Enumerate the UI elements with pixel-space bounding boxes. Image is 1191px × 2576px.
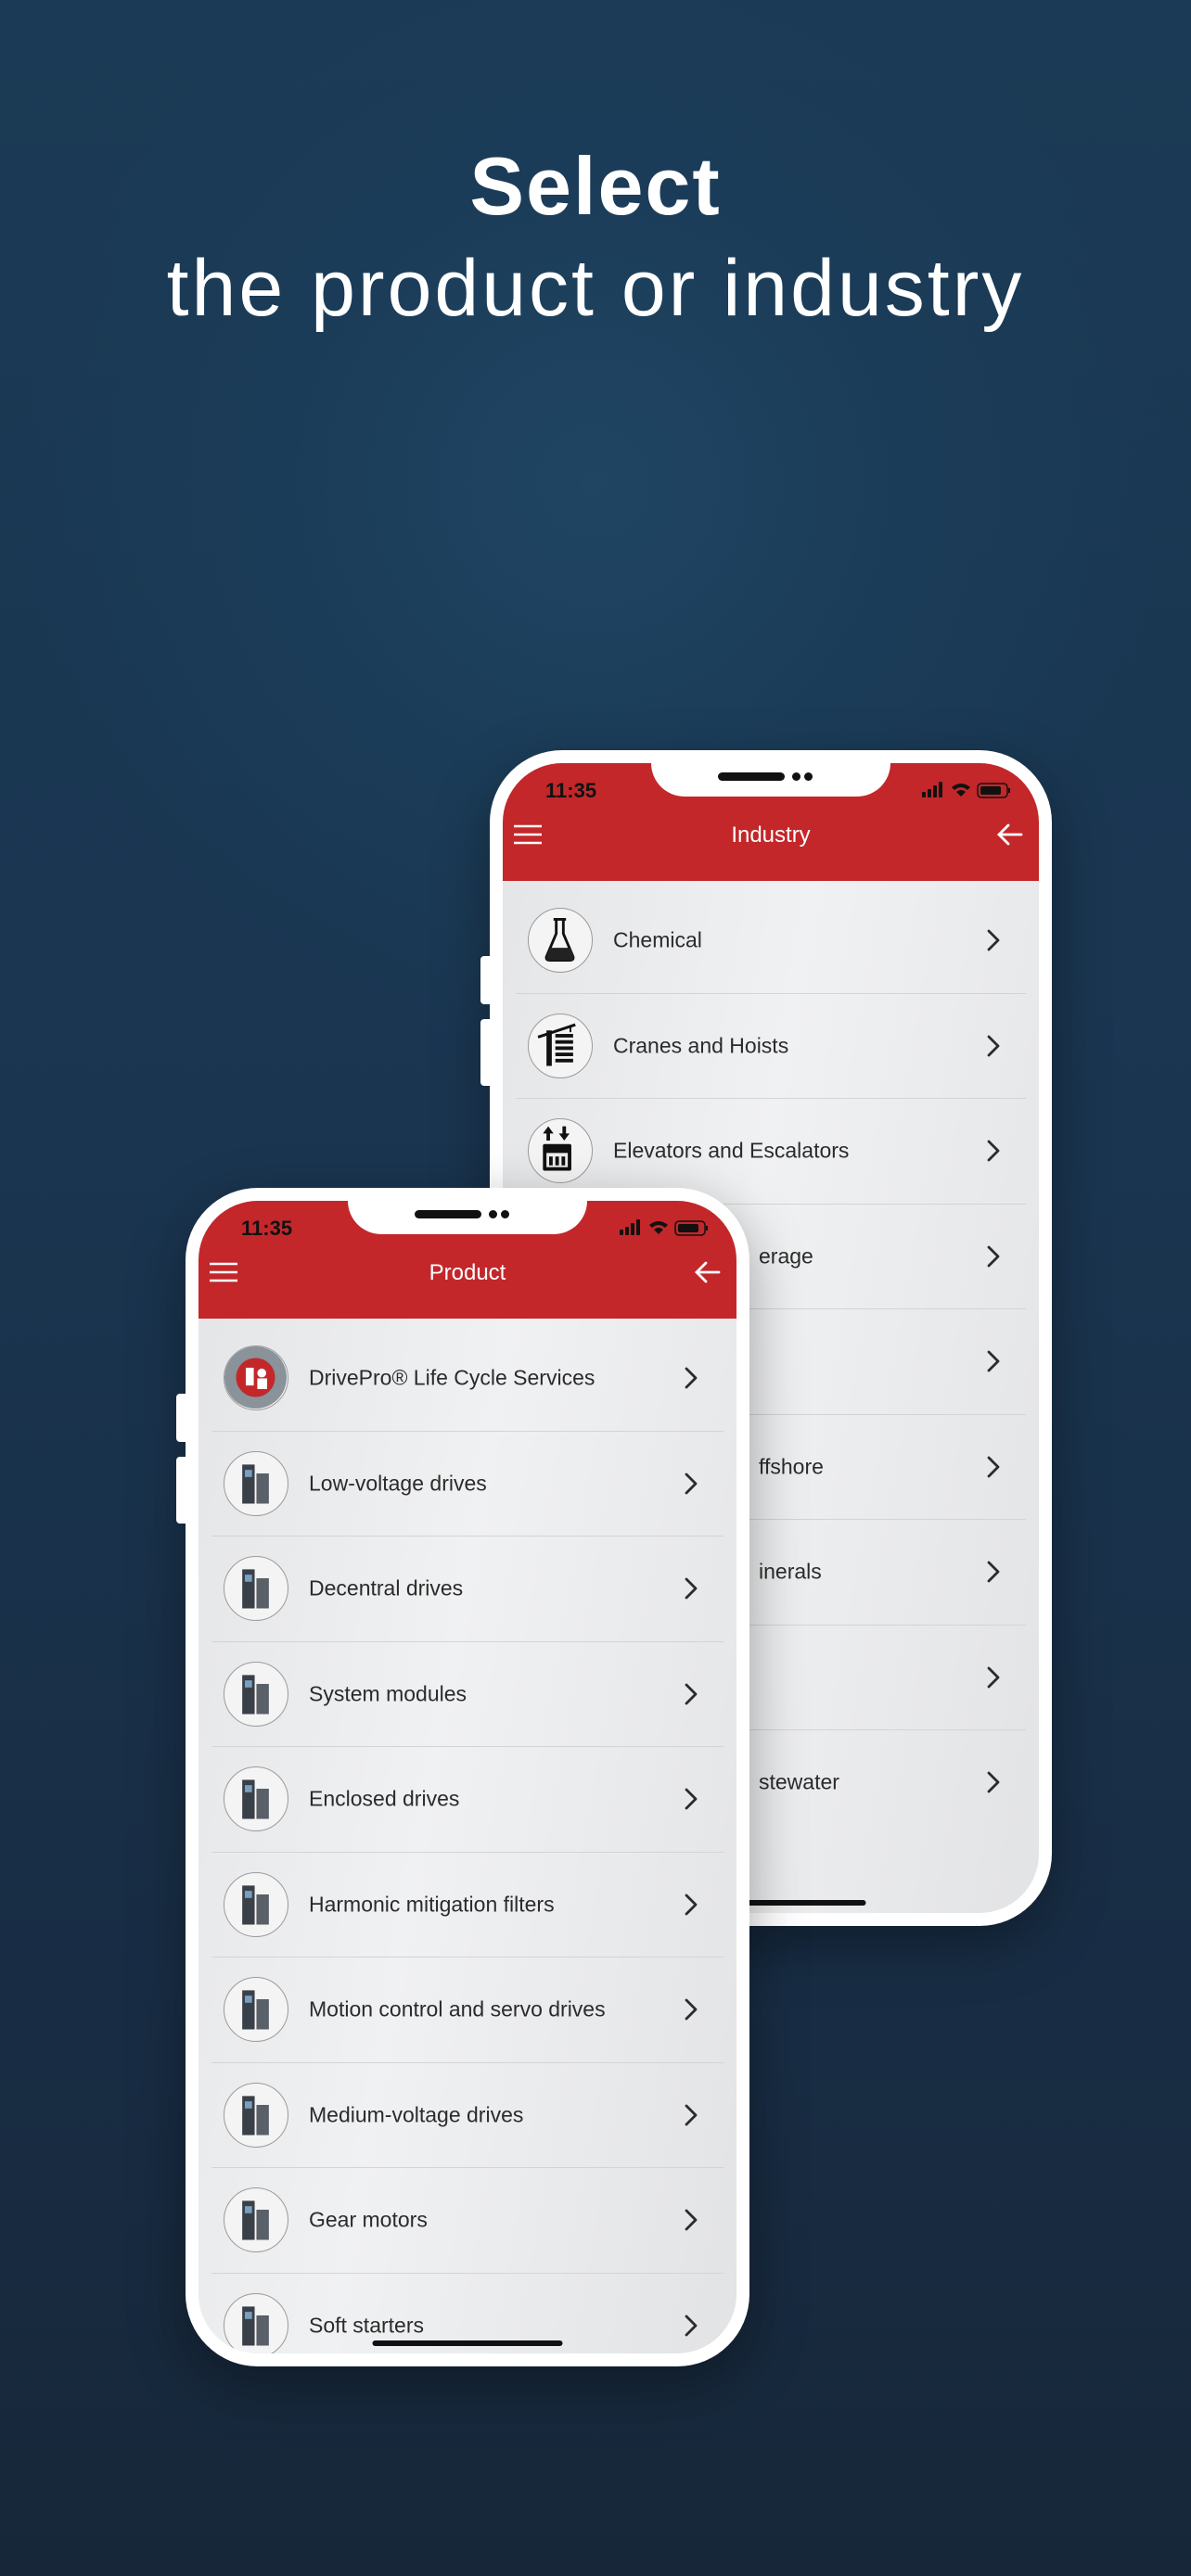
- drivepro-icon: [224, 1345, 288, 1410]
- list-item[interactable]: Decentral drives: [211, 1537, 724, 1642]
- list-item-label: ffshore: [759, 1454, 824, 1478]
- page-title: Industry: [731, 823, 811, 848]
- product-phone: 11:35 Product DrivePro® Life Cycle Servi…: [176, 1188, 749, 2366]
- list-item[interactable]: DrivePro® Life Cycle Services: [211, 1326, 724, 1432]
- chevron-right-icon: [987, 1666, 1000, 1689]
- list-item-label: Cranes and Hoists: [613, 1033, 789, 1057]
- chevron-right-icon: [987, 1561, 1000, 1583]
- list-item-label: Elevators and Escalators: [613, 1138, 850, 1163]
- chevron-right-icon: [685, 1894, 698, 1916]
- home-indicator: [372, 2340, 563, 2346]
- list-item-label: Soft starters: [309, 2313, 424, 2337]
- list-item[interactable]: Motion control and servo drives: [211, 1958, 724, 2063]
- list-item-label: DrivePro® Life Cycle Services: [309, 1365, 596, 1390]
- list-item[interactable]: Harmonic mitigation filters: [211, 1853, 724, 1958]
- list-item[interactable]: System modules: [211, 1642, 724, 1747]
- servo-drive-icon: [224, 1977, 288, 2042]
- chevron-right-icon: [987, 1350, 1000, 1372]
- product-list: DrivePro® Life Cycle Services Low-voltage…: [198, 1326, 736, 2353]
- flask-icon: [528, 908, 593, 973]
- side-button: [176, 1457, 186, 1524]
- system-modules-icon: [224, 1661, 288, 1727]
- list-item[interactable]: Medium-voltage drives: [211, 2063, 724, 2168]
- crane-icon: [528, 1013, 593, 1078]
- list-item-label: Low-voltage drives: [309, 1471, 487, 1495]
- chevron-right-icon: [987, 1035, 1000, 1057]
- gear-motor-icon: [224, 2187, 288, 2252]
- elevator-icon: [528, 1118, 593, 1183]
- side-button: [480, 1019, 490, 1086]
- page-title: Product: [429, 1260, 506, 1285]
- list-item-label: Gear motors: [309, 2207, 428, 2232]
- chevron-right-icon: [685, 2209, 698, 2231]
- chevron-right-icon: [685, 1788, 698, 1810]
- headline-title: Select: [469, 140, 722, 232]
- arrow-left-icon[interactable]: [694, 1260, 722, 1284]
- list-item[interactable]: Cranes and Hoists: [516, 994, 1026, 1099]
- list-item[interactable]: Gear motors: [211, 2168, 724, 2274]
- chevron-right-icon: [987, 1245, 1000, 1268]
- status-icons: [922, 781, 1015, 799]
- list-item-label: Enclosed drives: [309, 1786, 460, 1811]
- list-item-label: Harmonic mitigation filters: [309, 1892, 555, 1916]
- chevron-right-icon: [685, 1683, 698, 1705]
- notch: [348, 1201, 587, 1234]
- notch: [651, 763, 890, 797]
- product-screen: 11:35 Product DrivePro® Life Cycle Servi…: [198, 1201, 736, 2353]
- status-time: 11:35: [241, 1217, 293, 1240]
- chevron-right-icon: [685, 2315, 698, 2337]
- chevron-right-icon: [987, 1456, 1000, 1478]
- soft-starter-icon: [224, 2292, 288, 2353]
- chevron-right-icon: [987, 1140, 1000, 1162]
- list-item-label: Chemical: [613, 927, 702, 952]
- chevron-right-icon: [685, 1473, 698, 1495]
- chevron-right-icon: [685, 2104, 698, 2126]
- chevron-right-icon: [685, 1577, 698, 1600]
- list-item[interactable]: Enclosed drives: [211, 1747, 724, 1853]
- list-item[interactable]: Low-voltage drives: [211, 1432, 724, 1537]
- list-item[interactable]: Chemical: [516, 888, 1026, 994]
- chevron-right-icon: [685, 1998, 698, 2021]
- status-icons: [620, 1218, 712, 1237]
- side-button: [176, 1394, 186, 1442]
- chevron-right-icon: [685, 1367, 698, 1389]
- decentral-drive-icon: [224, 1556, 288, 1621]
- list-item-label: Motion control and servo drives: [309, 1996, 606, 2021]
- enclosed-drive-icon: [224, 1766, 288, 1831]
- low-voltage-drive-icon: [224, 1450, 288, 1516]
- headline-subtitle: the product or industry: [166, 244, 1025, 333]
- chevron-right-icon: [987, 1771, 1000, 1793]
- list-item-label: System modules: [309, 1681, 467, 1705]
- list-item-label: inerals: [759, 1559, 822, 1584]
- side-button: [480, 956, 490, 1004]
- status-time: 11:35: [545, 779, 597, 802]
- list-item-label: stewater: [759, 1769, 839, 1794]
- list-item-label: Decentral drives: [309, 1575, 464, 1600]
- medium-voltage-drive-icon: [224, 2082, 288, 2148]
- harmonic-filter-icon: [224, 1871, 288, 1937]
- list-item-label: Medium-voltage drives: [309, 2102, 524, 2126]
- list-item-label: erage: [759, 1243, 813, 1268]
- arrow-left-icon[interactable]: [996, 823, 1024, 847]
- chevron-right-icon: [987, 929, 1000, 951]
